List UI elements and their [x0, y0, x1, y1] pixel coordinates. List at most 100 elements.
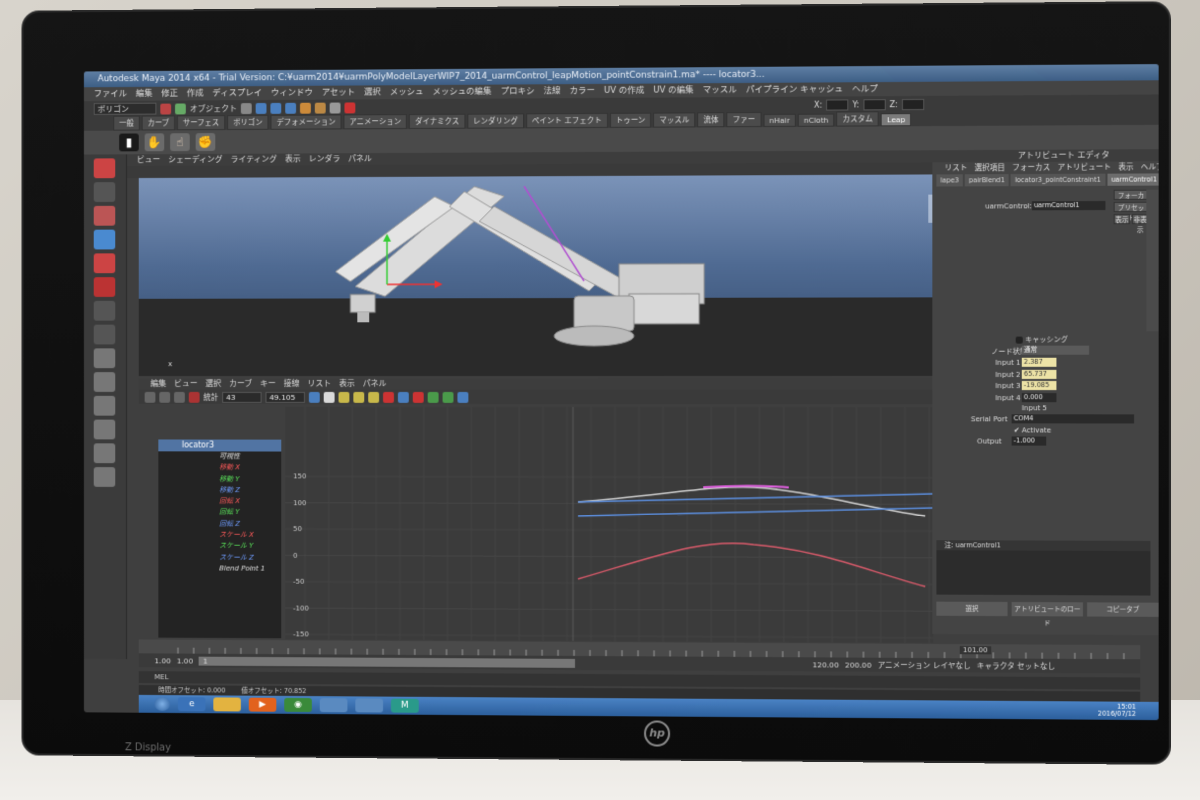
- ae-menu-item[interactable]: ヘルプ: [1141, 162, 1159, 171]
- frame-all-icon[interactable]: [309, 391, 320, 402]
- channel-item[interactable]: Blend Point 1: [158, 563, 281, 575]
- region-icon[interactable]: [189, 391, 200, 402]
- tangent-spline-icon[interactable]: [324, 391, 335, 402]
- hand-grab-icon[interactable]: ✊: [196, 133, 216, 151]
- magnet-icon[interactable]: [315, 102, 326, 113]
- ae-menu-item[interactable]: リスト: [945, 163, 968, 172]
- mode-select[interactable]: ポリゴン: [94, 103, 157, 115]
- viewport-menu-item[interactable]: レンダラ: [309, 154, 341, 163]
- y-field[interactable]: [863, 99, 885, 110]
- graph-menu-item[interactable]: リスト: [307, 379, 331, 388]
- layout-hypershade-icon[interactable]: [94, 467, 116, 487]
- hand-open-icon[interactable]: ✋: [145, 133, 165, 151]
- serial-port-field[interactable]: COM4: [1012, 414, 1134, 423]
- lattice-icon[interactable]: [174, 391, 185, 402]
- show-button[interactable]: 表示: [1114, 214, 1130, 224]
- input-field[interactable]: 65.737: [1022, 369, 1057, 378]
- shelf-tab[interactable]: サーフェス: [177, 115, 225, 130]
- ae-tab[interactable]: uarmControl1: [1107, 173, 1159, 185]
- current-frame-field[interactable]: 101.00: [960, 646, 991, 654]
- focus-button[interactable]: フォーカス: [1114, 190, 1149, 200]
- menu-item[interactable]: カラー: [569, 86, 594, 96]
- viewport-menu-item[interactable]: 表示: [285, 154, 301, 163]
- channel-item[interactable]: スケール X: [158, 530, 281, 542]
- folder-icon[interactable]: [213, 697, 241, 711]
- menu-item[interactable]: アセット: [322, 88, 355, 98]
- input-field[interactable]: 2.387: [1022, 358, 1057, 367]
- shelf-tab[interactable]: ファー: [727, 112, 762, 127]
- chrome-icon[interactable]: ◉: [284, 698, 312, 712]
- shelf-tab[interactable]: トゥーン: [610, 113, 652, 128]
- graph-menu-item[interactable]: 編集: [151, 379, 167, 388]
- shelf-tab[interactable]: カーブ: [142, 115, 175, 130]
- ie-icon[interactable]: e: [178, 697, 205, 711]
- menu-item[interactable]: パイプライン キャッシュ: [746, 84, 843, 95]
- channel-item[interactable]: スケール Y: [158, 541, 281, 553]
- buffer-curve-icon[interactable]: [398, 391, 409, 402]
- ae-menu-item[interactable]: 選択項目: [974, 163, 1005, 172]
- channel-item[interactable]: スケール Z: [158, 552, 281, 564]
- viewport-menu-item[interactable]: ライティング: [231, 155, 278, 164]
- shelf-tab[interactable]: アニメーション: [343, 114, 407, 129]
- render-icon[interactable]: [330, 102, 341, 113]
- menu-item[interactable]: プロキシ: [501, 86, 535, 96]
- insert-key-icon[interactable]: [159, 391, 170, 402]
- layout-two-icon[interactable]: [94, 396, 116, 416]
- input-field[interactable]: -19.085: [1022, 381, 1057, 390]
- graph-view[interactable]: 150 100 50 0 -50 -100 -150: [285, 407, 933, 643]
- shelf-tab[interactable]: カスタム: [837, 111, 879, 126]
- menu-item[interactable]: UV の作成: [604, 86, 644, 96]
- shelf-tab[interactable]: レンダリング: [467, 113, 524, 128]
- menu-item[interactable]: メッシュ: [390, 87, 424, 97]
- channel-item[interactable]: 移動 Z: [158, 485, 281, 496]
- 3d-viewport[interactable]: x 前: [139, 174, 967, 376]
- scale-tool-icon[interactable]: [94, 277, 116, 297]
- component-icon[interactable]: [256, 102, 267, 113]
- ae-menu-item[interactable]: アトリビュート: [1057, 163, 1111, 172]
- menu-item[interactable]: 修正: [161, 89, 178, 99]
- z-field[interactable]: [902, 98, 924, 109]
- menu-item[interactable]: マッスル: [703, 85, 737, 95]
- post-infinity-icon[interactable]: [443, 391, 454, 402]
- anim-layer-field[interactable]: アニメーション レイヤなし: [878, 659, 971, 671]
- ae-side-tab[interactable]: [1146, 190, 1158, 332]
- start-button-icon[interactable]: [154, 697, 170, 711]
- channel-item[interactable]: 回転 X: [158, 496, 281, 508]
- ae-menu-item[interactable]: フォーカス: [1012, 163, 1050, 172]
- menu-item[interactable]: 編集: [136, 89, 153, 99]
- app-icon[interactable]: [320, 698, 348, 712]
- ae-tab[interactable]: pairBlend1: [965, 174, 1009, 186]
- layout-four-icon[interactable]: [94, 372, 116, 392]
- hand-point-icon[interactable]: ☝: [170, 133, 190, 151]
- layout-graph-icon[interactable]: [94, 420, 116, 440]
- menu-item[interactable]: ディスプレイ: [212, 88, 262, 98]
- activate-checkbox[interactable]: ✔ Activate: [1014, 426, 1051, 434]
- shelf-tab[interactable]: Leap: [881, 113, 911, 126]
- select-tool-icon[interactable]: [94, 158, 116, 178]
- output-field[interactable]: -1.000: [1012, 436, 1047, 445]
- menu-item[interactable]: ファイル: [94, 89, 127, 99]
- graph-menu-item[interactable]: ビュー: [174, 379, 198, 388]
- range-start[interactable]: 1.00: [154, 656, 170, 665]
- paint-tool-icon[interactable]: [94, 206, 116, 226]
- viewport-menu-item[interactable]: パネル: [348, 154, 372, 163]
- graph-outliner[interactable]: locator3 可視性 移動 X 移動 Y 移動 Z 回転 X 回転 Y 回転 Z スケール…: [158, 439, 281, 638]
- character-set-field[interactable]: キャラクタ セットなし: [977, 660, 1055, 672]
- ae-tab[interactable]: lape3: [936, 174, 962, 186]
- channel-item[interactable]: 移動 Y: [158, 474, 281, 485]
- graph-menu-item[interactable]: 表示: [339, 379, 355, 388]
- ae-bottom-button[interactable]: アトリビュートのロード: [1012, 602, 1083, 616]
- shelf-tab[interactable]: ペイント エフェクト: [526, 113, 608, 128]
- ae-tab[interactable]: locator3_pointConstraint1: [1011, 174, 1105, 187]
- layout-single-icon[interactable]: [94, 348, 116, 368]
- anim-end[interactable]: 200.00: [845, 660, 872, 669]
- dope-sheet-icon[interactable]: [457, 391, 468, 402]
- menu-item[interactable]: 作成: [187, 88, 204, 98]
- menu-item[interactable]: 選択: [364, 87, 381, 97]
- x-field[interactable]: [826, 99, 848, 110]
- graph-curves[interactable]: [285, 407, 933, 643]
- ae-menu-item[interactable]: 表示: [1118, 162, 1133, 171]
- playback-start[interactable]: 1.00: [177, 656, 193, 665]
- maya-taskbar-icon[interactable]: M: [391, 699, 419, 713]
- viewport-menu-item[interactable]: ビュー: [137, 155, 161, 164]
